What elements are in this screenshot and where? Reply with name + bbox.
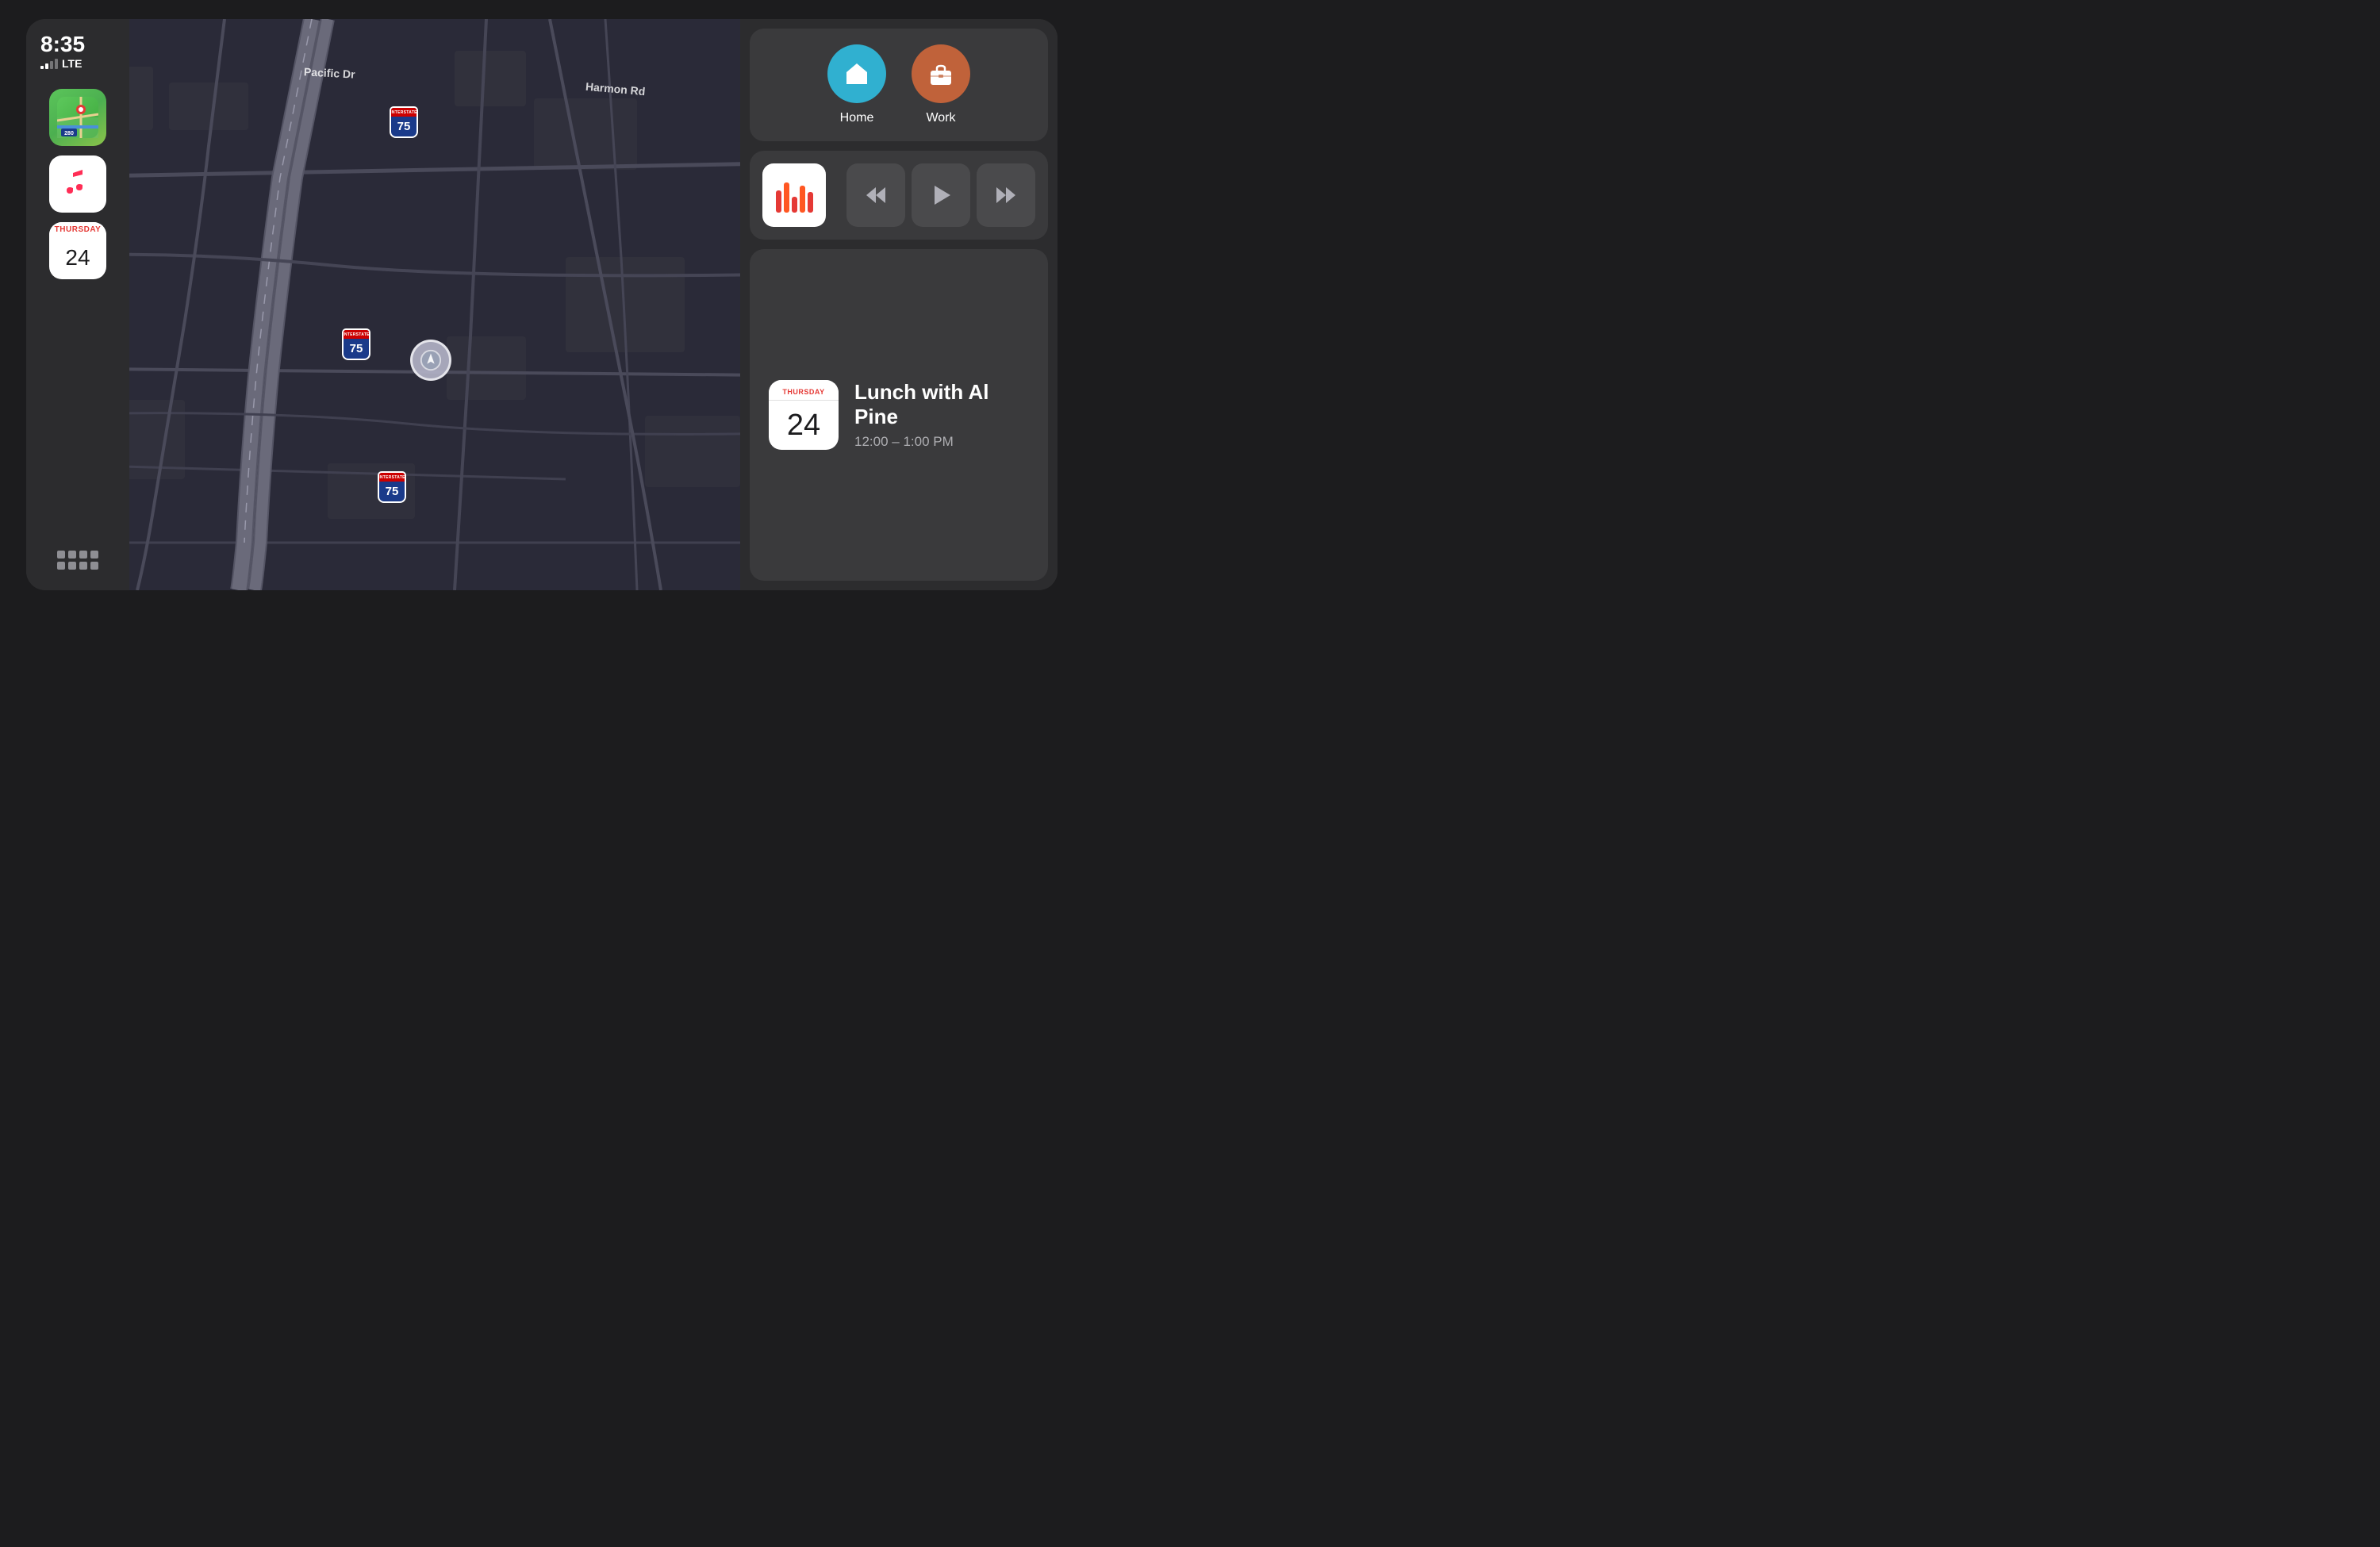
arrow-svg — [420, 349, 442, 371]
calendar-date-large: 24 — [769, 401, 839, 450]
badge-75-top-num: 75 — [397, 120, 411, 133]
time-display: 8:35 — [40, 33, 115, 56]
podcast-bar-1 — [776, 190, 781, 213]
svg-text:280: 280 — [64, 131, 74, 136]
podcast-app-icon[interactable] — [762, 163, 826, 227]
grid-dot — [68, 562, 76, 570]
location-arrow — [410, 340, 451, 381]
work-nav-item[interactable]: Work — [912, 44, 970, 125]
interstate-75-top: INTERSTATE 75 — [390, 106, 418, 138]
calendar-app-icon[interactable]: Thursday 24 — [49, 222, 106, 279]
app-grid-button[interactable] — [51, 544, 105, 576]
work-icon-circle — [912, 44, 970, 103]
podcast-bar-3 — [792, 197, 797, 213]
signal-bars — [40, 58, 58, 69]
podcast-bar-5 — [808, 192, 813, 213]
interstate-75-bot: INTERSTATE 75 — [378, 471, 406, 503]
music-app-icon[interactable] — [49, 155, 106, 213]
grid-dot — [57, 551, 65, 559]
grid-dot — [68, 551, 76, 559]
grid-dot — [79, 551, 87, 559]
calendar-sidebar-date-num: 24 — [65, 237, 90, 279]
maps-icon-svg: 280 — [57, 97, 98, 138]
status-bar: 8:35 LTE — [34, 33, 121, 70]
carplay-container: 8:35 LTE — [26, 19, 1058, 590]
media-controls — [834, 163, 1035, 227]
podcast-bar-4 — [800, 186, 805, 213]
right-panel: Home Work — [740, 19, 1058, 590]
rewind-button[interactable] — [846, 163, 905, 227]
work-nav-label: Work — [926, 111, 955, 125]
calendar-card[interactable]: Thursday 24 Lunch with Al Pine 12:00 – 1… — [750, 249, 1048, 581]
signal-bar-1 — [40, 66, 44, 69]
calendar-event-info: Lunch with Al Pine 12:00 – 1:00 PM — [854, 380, 1029, 450]
lte-label: LTE — [62, 57, 82, 70]
home-icon-circle — [827, 44, 886, 103]
podcast-bars — [776, 178, 813, 213]
media-card — [750, 151, 1048, 240]
home-nav-item[interactable]: Home — [827, 44, 886, 125]
sidebar-footer — [51, 544, 105, 576]
badge-75-bot-num: 75 — [386, 485, 399, 498]
fast-forward-button[interactable] — [977, 163, 1035, 227]
signal-bar-3 — [50, 61, 53, 69]
nav-card: Home Work — [750, 29, 1048, 141]
signal-bar-2 — [45, 63, 48, 69]
calendar-event-time: 12:00 – 1:00 PM — [854, 434, 1029, 450]
pacific-dr-label: Pacific Dr — [304, 65, 355, 80]
fast-forward-icon — [992, 181, 1020, 209]
grid-dot — [90, 562, 98, 570]
work-icon-svg — [926, 59, 956, 89]
calendar-icon-large: Thursday 24 — [769, 380, 839, 450]
music-icon-svg — [57, 163, 98, 205]
calendar-event-title: Lunch with Al Pine — [854, 380, 1029, 429]
rewind-icon — [862, 181, 890, 209]
play-button[interactable] — [912, 163, 970, 227]
sidebar-apps: 280 Thursday 24 — [49, 89, 106, 544]
sidebar: 8:35 LTE — [26, 19, 129, 590]
calendar-day-label: Thursday — [782, 388, 824, 396]
podcast-bar-2 — [784, 182, 789, 213]
map-background: Pacific Dr Harmon Rd INTERSTATE 75 — [129, 19, 740, 590]
play-icon — [927, 181, 955, 209]
maps-app-icon[interactable]: 280 — [49, 89, 106, 146]
calendar-icon-header: Thursday — [769, 380, 839, 401]
home-icon-svg — [842, 59, 872, 89]
grid-dot — [90, 551, 98, 559]
signal-lte-row: LTE — [40, 57, 115, 70]
map-svg — [129, 19, 740, 590]
calendar-sidebar-header: Thursday — [49, 222, 106, 237]
grid-dot — [57, 562, 65, 570]
signal-bar-4 — [55, 59, 58, 69]
map-section[interactable]: Pacific Dr Harmon Rd INTERSTATE 75 — [129, 19, 740, 590]
home-nav-label: Home — [840, 111, 874, 125]
calendar-sidebar-day-text: Thursday — [49, 225, 106, 234]
grid-dot — [79, 562, 87, 570]
badge-75-mid-num: 75 — [350, 342, 363, 355]
interstate-75-mid: INTERSTATE 75 — [342, 328, 370, 360]
